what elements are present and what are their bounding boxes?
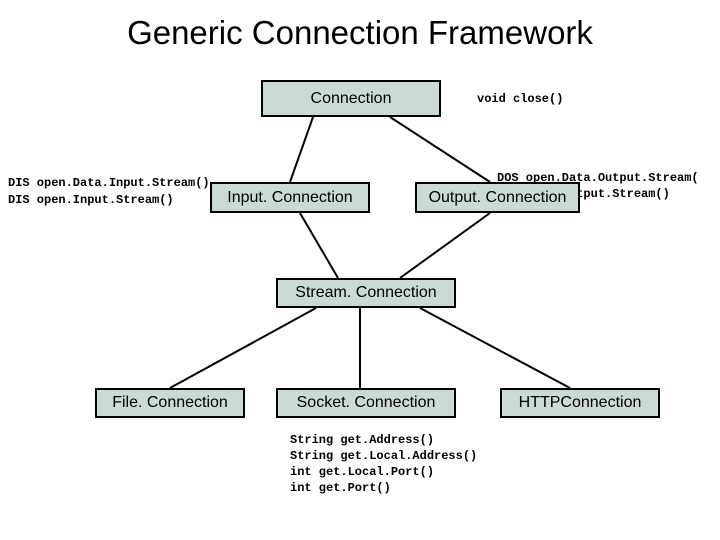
box-stream-connection: Stream. Connection — [276, 278, 456, 308]
page-title: Generic Connection Framework — [0, 14, 720, 52]
label-dis2: DIS open.Input.Stream() — [8, 192, 174, 208]
label-close: void close() — [477, 91, 563, 107]
box-connection: Connection — [261, 80, 441, 117]
box-input-connection: Input. Connection — [210, 182, 370, 213]
label-sock1: String get.Address() — [290, 432, 434, 448]
box-output-connection: Output. Connection — [415, 182, 580, 213]
box-http-connection: HTTPConnection — [500, 388, 660, 418]
label-sock3: int get.Local.Port() — [290, 464, 434, 480]
label-sock2: String get.Local.Address() — [290, 448, 477, 464]
label-sock4: int get.Port() — [290, 480, 391, 496]
box-socket-connection: Socket. Connection — [276, 388, 456, 418]
label-dis1: DIS open.Data.Input.Stream() — [8, 175, 210, 191]
box-file-connection: File. Connection — [95, 388, 245, 418]
